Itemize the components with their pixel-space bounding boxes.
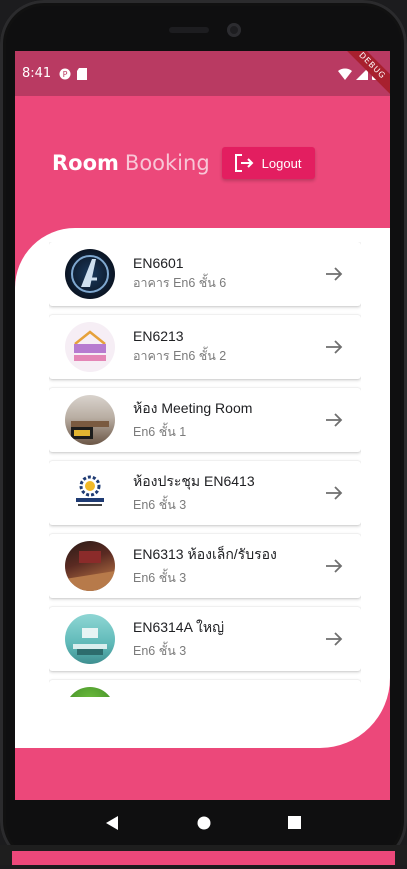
room-location: อาคาร En6 ชั้น 2 bbox=[133, 349, 227, 363]
room-avatar bbox=[65, 541, 115, 591]
title-room: Room bbox=[52, 151, 119, 175]
logout-label: Logout bbox=[261, 155, 302, 171]
room-card[interactable] bbox=[49, 680, 361, 697]
svg-text:P: P bbox=[63, 70, 68, 79]
back-icon[interactable] bbox=[104, 815, 120, 831]
room-name: ห้องประชุม EN6413 bbox=[133, 473, 255, 489]
camera-notch bbox=[150, 16, 260, 44]
room-name: EN6314A ใหญ่ bbox=[133, 619, 225, 635]
room-avatar bbox=[65, 322, 115, 372]
title-booking: Booking bbox=[124, 151, 210, 175]
room-location: อาคาร En6 ชั้น 6 bbox=[133, 276, 227, 290]
room-name: EN6313 ห้องเล็ก/รับรอง bbox=[133, 546, 277, 562]
room-card[interactable]: EN6601 อาคาร En6 ชั้น 6 bbox=[49, 242, 361, 306]
room-card[interactable]: EN6314A ใหญ่ En6 ชั้น 3 bbox=[49, 607, 361, 671]
room-card[interactable]: EN6213 อาคาร En6 ชั้น 2 bbox=[49, 315, 361, 379]
background-strip bbox=[0, 845, 407, 865]
arrow-forward-icon[interactable] bbox=[322, 481, 346, 505]
status-time: 8:41 bbox=[22, 66, 52, 81]
recents-icon[interactable] bbox=[288, 816, 302, 829]
avengers-logo-icon bbox=[71, 255, 109, 293]
big-room-photo-icon bbox=[73, 628, 107, 655]
arrow-forward-icon[interactable] bbox=[322, 554, 346, 578]
wifi-icon bbox=[338, 67, 352, 80]
room-avatar bbox=[65, 395, 115, 445]
arrow-forward-icon[interactable] bbox=[322, 262, 346, 286]
room-avatar bbox=[65, 614, 115, 664]
small-room-photo-icon bbox=[65, 551, 115, 591]
room-avatar bbox=[65, 468, 115, 518]
logout-icon bbox=[234, 154, 254, 172]
status-bar: 8:41 P DEBUG bbox=[15, 51, 390, 100]
room-location: En6 ชั้น 3 bbox=[133, 571, 187, 585]
room-location: En6 ชั้น 1 bbox=[133, 425, 187, 439]
arrow-forward-icon[interactable] bbox=[322, 335, 346, 359]
meeting-room-photo-icon bbox=[71, 421, 109, 439]
room-card[interactable]: EN6313 ห้องเล็ก/รับรอง En6 ชั้น 3 bbox=[49, 534, 361, 598]
room-avatar bbox=[65, 249, 115, 299]
room-name: EN6213 bbox=[133, 328, 184, 344]
front-camera bbox=[227, 23, 241, 37]
room-name: EN6601 bbox=[133, 255, 184, 271]
arrow-forward-icon[interactable] bbox=[322, 408, 346, 432]
room-location: En6 ชั้น 3 bbox=[133, 498, 187, 512]
home-icon[interactable] bbox=[197, 816, 211, 830]
android-nav-bar bbox=[15, 800, 390, 845]
arrow-forward-icon[interactable] bbox=[322, 627, 346, 651]
speaker bbox=[169, 27, 209, 33]
room-location: En6 ชั้น 3 bbox=[133, 644, 187, 658]
room-card[interactable]: ห้อง Meeting Room En6 ชั้น 1 bbox=[49, 388, 361, 452]
room-name: ห้อง Meeting Room bbox=[133, 400, 253, 416]
logout-button[interactable]: Logout bbox=[221, 147, 316, 179]
entech-logo-icon bbox=[76, 475, 104, 506]
room-list-panel: EN6601 อาคาร En6 ชั้น 6 EN6213 อาคาร En6… bbox=[15, 228, 390, 748]
app-header: Room Booking Logout bbox=[52, 147, 316, 179]
phone-frame: 8:41 P DEBUG Room Booking Logout EN6601 … bbox=[0, 0, 407, 865]
room-card[interactable]: ห้องประชุม EN6413 En6 ชั้น 3 bbox=[49, 461, 361, 525]
room-list[interactable]: EN6601 อาคาร En6 ชั้น 6 EN6213 อาคาร En6… bbox=[49, 242, 361, 697]
home-logo-icon bbox=[74, 330, 106, 361]
room-avatar bbox=[65, 687, 115, 697]
app-screen: 8:41 P DEBUG Room Booking Logout EN6601 … bbox=[15, 51, 390, 800]
p-icon: P bbox=[59, 68, 71, 79]
sd-card-icon bbox=[77, 67, 88, 80]
